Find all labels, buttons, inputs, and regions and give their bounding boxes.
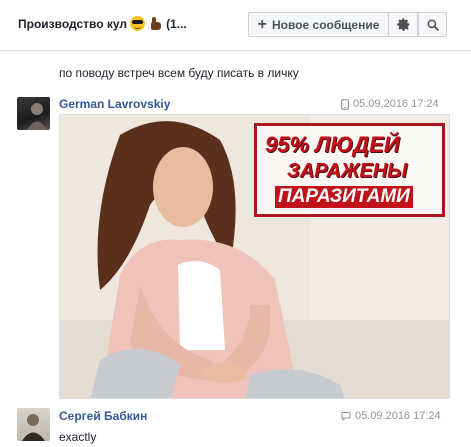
phone-icon <box>341 98 349 110</box>
chat-title-text: Производство кул <box>18 16 128 31</box>
message-text: по поводу встреч всем буду писать в личк… <box>59 66 299 80</box>
chat-title[interactable]: Производство кул (1... <box>18 16 187 31</box>
message-timestamp: 05.09.2016 17:24 <box>341 98 439 110</box>
chat-title-suffix: (1... <box>166 16 187 31</box>
thumbs-up-emoji-icon <box>148 16 163 31</box>
sender-name[interactable]: German Lavrovskiy <box>59 97 170 111</box>
timestamp-text: 05.09.2016 17:24 <box>353 98 439 110</box>
timestamp-text: 05.09.2016 17:24 <box>355 410 441 422</box>
search-icon <box>427 19 439 31</box>
new-message-label: Новое сообщение <box>271 17 380 32</box>
ad-line-2: ЗАРАЖЕНЫ <box>287 160 408 182</box>
chat-header: Производство кул (1... + Новое сообщение <box>0 0 471 51</box>
sunglasses-emoji-icon <box>130 16 146 31</box>
avatar[interactable] <box>17 97 50 130</box>
ad-banner: 95% ЛЮДЕЙ ЗАРАЖЕНЫ ПАРАЗИТАМИ <box>254 123 445 217</box>
new-message-button[interactable]: + Новое сообщение <box>248 12 389 37</box>
avatar[interactable] <box>17 408 50 441</box>
ad-line-3: ПАРАЗИТАМИ <box>275 186 413 208</box>
message-timestamp: 05.09.2016 17:24 <box>341 410 441 422</box>
ad-line-1: 95% ЛЮДЕЙ <box>265 132 400 157</box>
gear-icon <box>396 18 410 31</box>
attached-image[interactable]: 95% ЛЮДЕЙ ЗАРАЖЕНЫ ПАРАЗИТАМИ <box>59 114 450 399</box>
plus-icon: + <box>257 15 267 33</box>
search-button[interactable] <box>418 12 447 37</box>
avatar-image <box>27 103 47 130</box>
settings-button[interactable] <box>389 12 418 37</box>
sender-name[interactable]: Сергей Бабкин <box>59 409 147 423</box>
avatar-image <box>22 414 45 441</box>
chat-bubble-icon <box>341 412 351 421</box>
message-text: exactly <box>59 430 97 444</box>
